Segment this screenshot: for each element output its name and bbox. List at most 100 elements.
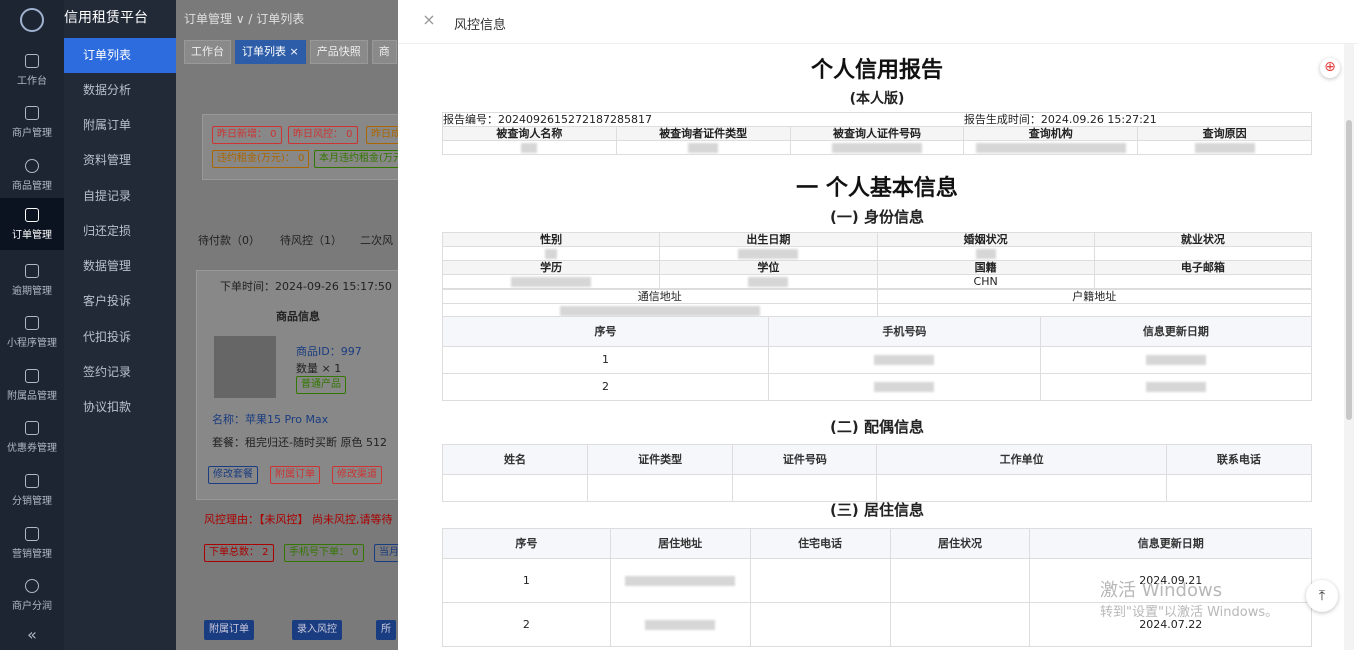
- submenu-item-order-list[interactable]: 订单列表: [64, 38, 176, 73]
- back-to-top-icon[interactable]: ⤒: [1306, 580, 1338, 612]
- tab-more[interactable]: 商: [371, 40, 397, 64]
- phone-col: 手机号码: [767, 316, 1041, 347]
- identity-col: 国籍: [876, 260, 1095, 275]
- enter-risk-button[interactable]: 录入风控: [292, 620, 342, 640]
- scrollbar-thumb[interactable]: [1346, 120, 1352, 420]
- breadcrumb: 订单管理 ∨ / 订单列表: [184, 12, 305, 26]
- spouse-table: 姓名 证件类型 证件号码 工作单位 联系电话: [441, 444, 1313, 502]
- watch-icon: [25, 316, 39, 330]
- alarm-icon: [25, 264, 39, 278]
- coin-icon: [25, 579, 39, 593]
- count-phone: 手机号下单： 0: [284, 544, 364, 562]
- submenu-item-analytics[interactable]: 数据分析: [64, 73, 176, 108]
- trophy-icon: [25, 208, 39, 222]
- res-col: 信息更新日期: [1029, 528, 1312, 559]
- submenu-item-documents[interactable]: 资料管理: [64, 143, 176, 178]
- submenu-item-agreement-deduct[interactable]: 协议扣款: [64, 390, 176, 425]
- submenu-item-return[interactable]: 归还定损: [64, 214, 176, 249]
- stat-yesterday-risk: 昨日风控： 0: [288, 126, 358, 144]
- identity-col: 电子邮箱: [1093, 260, 1313, 275]
- windows-watermark-title: 激活 Windows: [1100, 580, 1223, 601]
- page-tabs: 工作台 订单列表 × 产品快照 商: [184, 40, 397, 64]
- tab-snapshot[interactable]: 产品快照: [309, 40, 368, 64]
- close-icon[interactable]: ×: [422, 12, 436, 28]
- more-action-button[interactable]: 所: [376, 620, 396, 640]
- add-icon[interactable]: ⊕: [1320, 58, 1340, 78]
- nationality-value: CHN: [876, 274, 1095, 289]
- collapse-button[interactable]: «: [0, 620, 64, 650]
- report-title: 个人信用报告: [810, 58, 943, 83]
- submenu-item-sub-orders[interactable]: 附属订单: [64, 108, 176, 143]
- query-col: 查询原因: [1137, 126, 1312, 141]
- report-edition: (本人版): [849, 91, 905, 107]
- submenu-item-data[interactable]: 数据管理: [64, 249, 176, 284]
- windows-watermark-text: 转到"设置"以激活 Windows。: [1100, 605, 1279, 620]
- tab-order-list[interactable]: 订单列表 ×: [235, 40, 306, 64]
- table-row: 2: [442, 373, 1313, 401]
- nav-item-workbench[interactable]: 工作台: [0, 44, 64, 96]
- tab-workbench[interactable]: 工作台: [184, 40, 231, 64]
- phone-col: 信息更新日期: [1039, 316, 1313, 347]
- res-col: 序号: [442, 528, 611, 559]
- edit-package-button[interactable]: 修改套餐: [208, 466, 258, 484]
- product-package: 套餐：租完归还-随时买断 原色 512: [212, 436, 387, 449]
- nav-item-orders[interactable]: 订单管理: [0, 198, 64, 250]
- stat-month-default: 本月违约租金(万元: [314, 150, 398, 168]
- identity-col: 就业状况: [1093, 232, 1313, 247]
- brand-title: 信用租赁平台: [64, 10, 148, 26]
- submenu-item-deduct-complaints[interactable]: 代扣投诉: [64, 320, 176, 355]
- section-basic-info: 一 个人基本信息: [796, 176, 958, 201]
- count-month: 当月: [374, 544, 398, 562]
- drawer-title: 风控信息: [454, 18, 507, 33]
- status-tab-unpaid[interactable]: 待付款（0）: [198, 232, 260, 248]
- status-tab-pending-risk[interactable]: 待风控（1）: [280, 232, 342, 248]
- product-tag: 普通产品: [296, 376, 346, 394]
- count-total: 下单总数： 2: [204, 544, 274, 562]
- nav-item-marketing[interactable]: 营销管理: [0, 517, 64, 569]
- bag-icon: [25, 106, 39, 120]
- submenu-item-sign-records[interactable]: 签约记录: [64, 355, 176, 390]
- sub-order-button[interactable]: 附属订单: [270, 466, 320, 484]
- address-table: 通信地址 户籍地址: [442, 289, 1312, 318]
- identity-col: 学位: [659, 260, 878, 275]
- report-content[interactable]: 个人信用报告 (本人版) 报告编号：2024092615272187285817…: [412, 44, 1342, 650]
- stat-default-rent: 违约租金(万元)： 0: [212, 150, 310, 168]
- risk-reason: 风控理由：【未风控】 尚未风控,请等待: [204, 513, 393, 526]
- sub-order-action-button[interactable]: 附属订单: [204, 620, 254, 640]
- identity-col: 性别: [441, 232, 661, 247]
- megaphone-icon: [25, 527, 39, 541]
- identity-table: 性别 出生日期 婚姻状况 就业状况 学历 学位 国籍 电子邮箱 CHN: [441, 232, 1313, 289]
- submenu-item-pickup[interactable]: 自提记录: [64, 179, 176, 214]
- logo-icon: [20, 8, 44, 32]
- subsection-identity: (一) 身份信息: [830, 208, 924, 226]
- submenu-item-complaints[interactable]: 客户投诉: [64, 284, 176, 319]
- nav-item-miniapp[interactable]: 小程序管理: [0, 306, 64, 358]
- query-col: 被查询人名称: [442, 126, 617, 141]
- report-meta-table: 报告编号：2024092615272187285817 报告生成时间：2024.0…: [441, 112, 1312, 155]
- edit-channel-button[interactable]: 修改渠道: [332, 466, 382, 484]
- order-list-page: 订单管理 ∨ / 订单列表 工作台 订单列表 × 产品快照 商 昨日新增： 0 …: [176, 0, 398, 650]
- query-col: 查询机构: [963, 126, 1139, 141]
- spouse-col: 姓名: [441, 444, 589, 475]
- spouse-col: 联系电话: [1165, 444, 1313, 475]
- product-name: 名称：苹果15 Pro Max: [212, 413, 329, 426]
- nav-item-accessories[interactable]: 附属品管理: [0, 359, 64, 411]
- spouse-col: 证件类型: [587, 444, 734, 475]
- nav-item-coupons[interactable]: 优惠券管理: [0, 411, 64, 463]
- nav-item-merchant[interactable]: 商户管理: [0, 96, 64, 148]
- nav-item-overdue[interactable]: 逾期管理: [0, 254, 64, 306]
- phone-table: 序号 手机号码 信息更新日期 1 2: [442, 316, 1313, 401]
- status-tab-second-risk[interactable]: 二次风: [360, 232, 393, 248]
- res-col: 居住状况: [889, 528, 1031, 559]
- spouse-col: 工作单位: [876, 444, 1167, 475]
- nav-item-profit[interactable]: 商户分润: [0, 569, 64, 621]
- identity-col: 学历: [441, 260, 661, 275]
- risk-drawer: × 风控信息 个人信用报告 (本人版) 报告编号：202409261527218…: [398, 0, 1358, 650]
- query-col: 被查询者证件类型: [615, 126, 791, 141]
- report-gen-time: 报告生成时间：2024.09.26 15:27:21: [963, 112, 1312, 127]
- nav-item-distribution[interactable]: 分销管理: [0, 464, 64, 516]
- addr-col: 通信地址: [442, 289, 878, 304]
- nav-item-goods[interactable]: 商品管理: [0, 149, 64, 201]
- product-id: 商品ID：997: [296, 345, 362, 358]
- product-qty: 数量 × 1: [296, 362, 342, 375]
